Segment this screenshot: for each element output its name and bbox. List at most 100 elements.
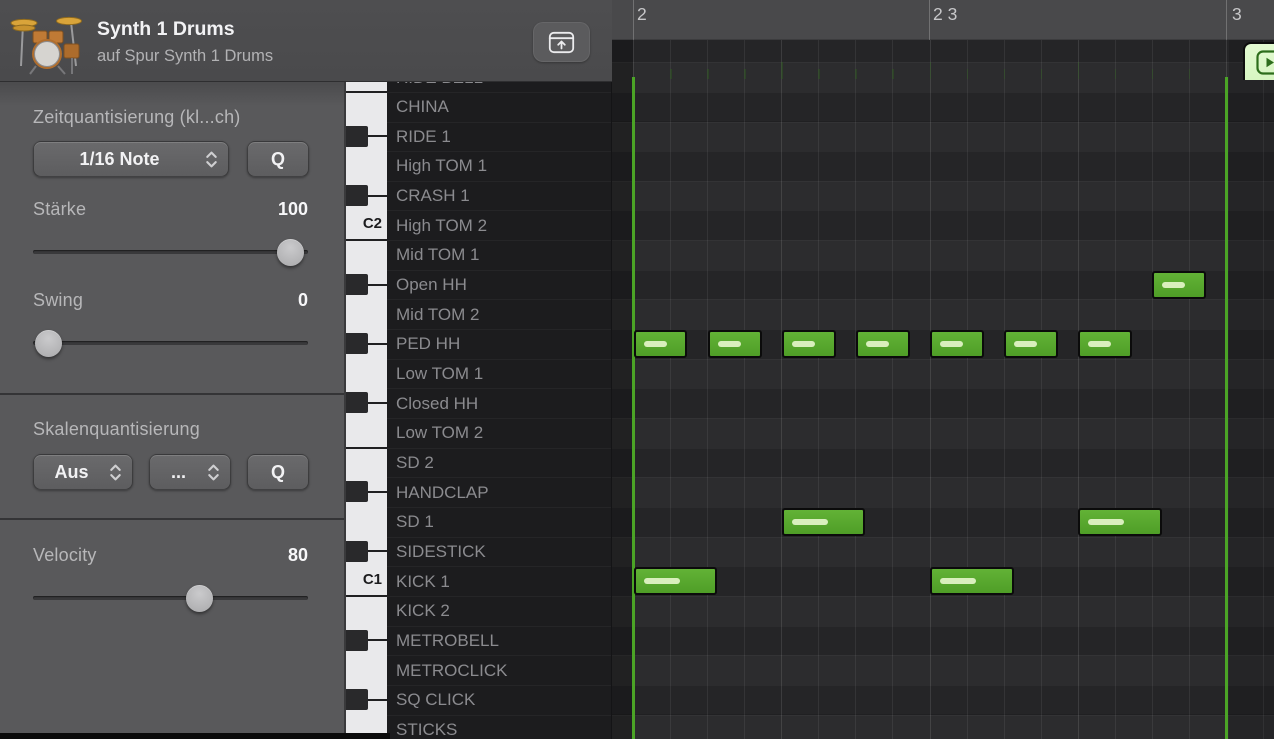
scale-quantize-label: Skalenquantisierung [33,419,200,440]
midi-note-ped-hh[interactable] [634,330,688,358]
note-velocity-dash [644,578,680,584]
octave-label-c2: C2 [352,215,382,232]
row-label-sd-1[interactable]: SD 1 [387,507,611,537]
piano-key-metrobell[interactable] [346,630,368,651]
grid-row-band [612,299,1274,329]
row-label-high-tom-2[interactable]: High TOM 2 [387,210,611,240]
piano-key-handclap[interactable] [346,481,368,502]
row-label-kick-2[interactable]: KICK 2 [387,596,611,626]
grid-row-band [612,418,1274,448]
midi-note-ped-hh[interactable] [1078,330,1132,358]
midi-note-sd-1[interactable] [782,508,866,536]
piano-key-crash-1[interactable] [346,185,368,206]
note-grid[interactable]: 22 33 Synth 1 Drums [612,0,1274,739]
row-label-high-tom-1[interactable]: High TOM 1 [387,151,611,181]
grid-row-band [612,715,1274,739]
row-label-sticks[interactable]: STICKS [387,715,611,739]
black-key-stub [368,284,387,286]
scale-quantize-popup[interactable]: Aus [33,454,133,490]
region-header-tick [670,69,672,79]
open-in-window-button[interactable] [533,22,590,62]
row-label-mid-tom-2[interactable]: Mid TOM 2 [387,299,611,329]
chevron-up-down-icon [205,150,218,169]
row-label-kick-1[interactable]: KICK 1 [387,566,611,596]
gridline-16th [1078,40,1079,739]
midi-note-kick-1[interactable] [930,567,1014,595]
ruler[interactable]: 22 33 [612,0,1274,40]
gridline-16th [930,40,931,739]
strength-slider-track[interactable] [33,250,308,254]
row-label-metrobell[interactable]: METROBELL [387,626,611,656]
piano-key-open-hh[interactable] [346,274,368,295]
region-header-tick [1189,69,1191,79]
gridline-16th [1004,40,1005,739]
swing-slider-track[interactable] [33,341,308,345]
row-label-crash-1[interactable]: CRASH 1 [387,181,611,211]
row-label-sd-2[interactable]: SD 2 [387,448,611,478]
row-label-closed-hh[interactable]: Closed HH [387,388,611,418]
grid-row-band [612,685,1274,715]
piano-key-ped-hh[interactable] [346,333,368,354]
grid-row-band [612,655,1274,685]
scale-mode-popup[interactable]: ... [149,454,231,490]
row-label-ride-1[interactable]: RIDE 1 [387,122,611,152]
midi-note-ped-hh[interactable] [1004,330,1058,358]
piano-key-sidestick[interactable] [346,541,368,562]
row-label-china[interactable]: CHINA [387,92,611,122]
region-header[interactable]: Synth 1 Drums [1243,42,1274,80]
row-label-low-tom-1[interactable]: Low TOM 1 [387,359,611,389]
octave-label-c1: C1 [352,571,382,588]
midi-note-sd-1[interactable] [1078,508,1162,536]
grid-row-band [612,62,1274,92]
piano-key-closed-hh[interactable] [346,392,368,413]
grid-row-band [612,151,1274,181]
note-velocity-dash [792,519,828,525]
sidebar-divider [0,393,344,395]
grid-row-band [612,477,1274,507]
swing-slider-knob[interactable] [35,330,62,357]
grid-row-band [612,507,1274,537]
gridline-16th [1152,40,1153,739]
row-label-handclap[interactable]: HANDCLAP [387,477,611,507]
gridline-16th [707,40,708,739]
row-label-ped-hh[interactable]: PED HH [387,329,611,359]
black-key-stub [368,135,387,137]
outside-region-dim [1229,40,1274,739]
black-key-stub [368,699,387,701]
piano-key-sq-click[interactable] [346,689,368,710]
row-label-sidestick[interactable]: SIDESTICK [387,537,611,567]
piano-roll-editor: Zeitquantisierung (kl...ch) 1/16 Note Q … [0,0,1274,739]
row-label-open-hh[interactable]: Open HH [387,270,611,300]
midi-note-ped-hh[interactable] [708,330,762,358]
grid-row-band [612,181,1274,211]
ruler-bar-label: 2 3 [933,4,957,25]
row-label-low-tom-2[interactable]: Low TOM 2 [387,418,611,448]
midi-note-ped-hh[interactable] [930,330,984,358]
midi-note-open-hh[interactable] [1152,271,1206,299]
region-header-tick [818,69,820,79]
grid-row-band [612,122,1274,152]
region-header-tick [1004,69,1006,79]
ruler-bar-label: 3 [1232,4,1242,25]
time-quantize-apply-button[interactable]: Q [247,141,309,177]
midi-note-ped-hh[interactable] [782,330,836,358]
row-label-mid-tom-1[interactable]: Mid TOM 1 [387,240,611,270]
white-key-divider [346,595,387,597]
scale-quantize-apply-button[interactable]: Q [247,454,309,490]
piano-key-ride-1[interactable] [346,126,368,147]
velocity-slider-knob[interactable] [186,585,213,612]
chevron-up-down-icon [109,463,122,482]
row-label-metroclick[interactable]: METROCLICK [387,655,611,685]
time-quantize-popup[interactable]: 1/16 Note [33,141,229,177]
time-quantize-value: 1/16 Note [34,149,205,170]
region-play-button[interactable] [1256,50,1274,75]
midi-note-ped-hh[interactable] [856,330,910,358]
gridline-16th [818,40,819,739]
velocity-slider-track[interactable] [33,596,308,600]
midi-note-kick-1[interactable] [634,567,718,595]
ruler-tick [633,0,634,40]
row-label-sq-click[interactable]: SQ CLICK [387,685,611,715]
drum-kit-icon [10,8,84,81]
note-velocity-dash [1088,341,1111,347]
strength-slider-knob[interactable] [277,239,304,266]
